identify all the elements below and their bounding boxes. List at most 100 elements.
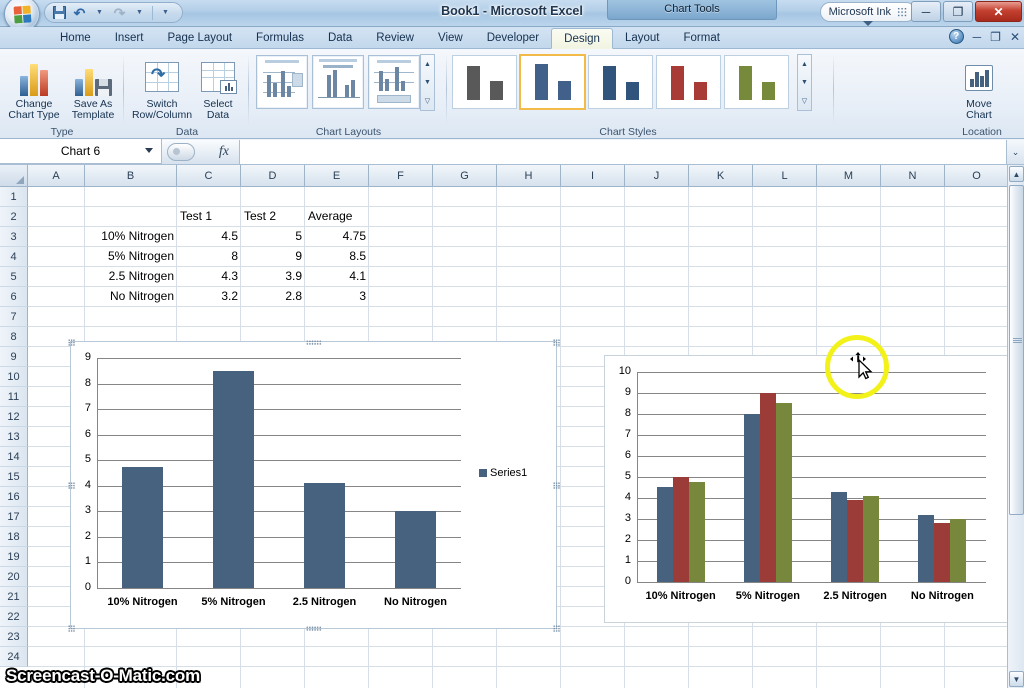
tab-developer[interactable]: Developer [475, 27, 551, 49]
cell-D5[interactable]: 3.9 [241, 267, 305, 286]
chart-layout-2[interactable] [312, 55, 364, 109]
tab-review[interactable]: Review [364, 27, 426, 49]
column-header-E[interactable]: E [305, 165, 369, 187]
row-header-9[interactable]: 9 [0, 347, 28, 367]
row-header-23[interactable]: 23 [0, 627, 28, 647]
minimize-ribbon-icon[interactable]: ─ [973, 30, 982, 44]
row-header-10[interactable]: 10 [0, 367, 28, 387]
chart-bar[interactable] [122, 467, 163, 588]
chart-bar[interactable] [918, 515, 934, 582]
chart-layout-3[interactable] [368, 55, 420, 109]
cell-C6[interactable]: 3.2 [177, 287, 241, 306]
row-header-3[interactable]: 3 [0, 227, 28, 247]
chart-resize-handle[interactable] [553, 482, 560, 489]
chart-style-2[interactable] [519, 54, 586, 110]
help-icon[interactable]: ? [948, 29, 964, 44]
chart-resize-handle[interactable] [305, 340, 322, 345]
chart-bar[interactable] [213, 371, 254, 588]
row-header-1[interactable]: 1 [0, 187, 28, 207]
row-header-20[interactable]: 20 [0, 567, 28, 587]
tab-home[interactable]: Home [48, 27, 103, 49]
row-header-21[interactable]: 21 [0, 587, 28, 607]
chart-object-chart-6[interactable]: 0 1 2 3 4 5 6 7 8 9 10% Nitrogen 5% Nitrogen 2.5 Nit… [68, 339, 560, 632]
tab-insert[interactable]: Insert [103, 27, 156, 49]
cell-C5[interactable]: 4.3 [177, 267, 241, 286]
column-header-G[interactable]: G [433, 165, 497, 187]
row-header-16[interactable]: 16 [0, 487, 28, 507]
cell-D3[interactable]: 5 [241, 227, 305, 246]
tab-format[interactable]: Format [671, 27, 731, 49]
name-box[interactable]: Chart 6 [0, 139, 162, 164]
column-header-J[interactable]: J [625, 165, 689, 187]
cell-C4[interactable]: 8 [177, 247, 241, 266]
column-header-A[interactable]: A [28, 165, 85, 187]
gallery-more-icon[interactable]: ▽ [421, 92, 434, 110]
chart-style-1[interactable] [452, 55, 517, 109]
row-header-24[interactable]: 24 [0, 647, 28, 667]
chart-bar[interactable] [847, 500, 863, 582]
chart-object-chart-7[interactable]: 0 1 2 3 4 5 6 7 8 9 10 10% Nitrogen 5% Nitrogen 2.5 N… [604, 355, 1009, 623]
row-header-11[interactable]: 11 [0, 387, 28, 407]
row-header-5[interactable]: 5 [0, 267, 28, 287]
formula-bar-toggle[interactable] [167, 143, 195, 161]
select-all-button[interactable] [0, 165, 28, 187]
gallery-more-icon[interactable]: ▽ [798, 92, 811, 110]
column-header-C[interactable]: C [177, 165, 241, 187]
row-header-14[interactable]: 14 [0, 447, 28, 467]
chart-layout-1[interactable] [256, 55, 308, 109]
column-header-I[interactable]: I [561, 165, 625, 187]
row-header-22[interactable]: 22 [0, 607, 28, 627]
chart-bar[interactable] [673, 477, 689, 582]
close-button[interactable]: ✕ [975, 1, 1022, 22]
switch-row-column-button[interactable]: ↷ Switch Row/Column [131, 54, 193, 121]
chart-bar[interactable] [776, 403, 792, 582]
chart-styles-scroll[interactable]: ▲ ▼ ▽ [797, 54, 812, 111]
chart-bar[interactable] [831, 492, 847, 582]
restore-button[interactable]: ❐ [943, 1, 973, 22]
cell-B5[interactable]: 2.5 Nitrogen [85, 267, 177, 286]
column-header-O[interactable]: O [945, 165, 1009, 187]
chart-style-5[interactable] [724, 55, 789, 109]
scroll-down-icon[interactable]: ▼ [1009, 671, 1024, 687]
row-header-12[interactable]: 12 [0, 407, 28, 427]
cell-E6[interactable]: 3 [305, 287, 369, 306]
column-header-B[interactable]: B [85, 165, 177, 187]
row-header-13[interactable]: 13 [0, 427, 28, 447]
chart-bar[interactable] [934, 523, 950, 582]
tab-page-layout[interactable]: Page Layout [155, 27, 244, 49]
tab-data[interactable]: Data [316, 27, 364, 49]
ink-grip-icon[interactable] [897, 7, 907, 17]
cell-E2[interactable]: Average [305, 207, 369, 226]
chart-bar[interactable] [863, 496, 879, 582]
cell-D2[interactable]: Test 2 [241, 207, 305, 226]
chart-bar[interactable] [395, 511, 436, 588]
expand-formula-bar-button[interactable]: ⌄ [1006, 140, 1024, 164]
column-header-D[interactable]: D [241, 165, 305, 187]
microsoft-ink-toolbar[interactable]: Microsoft Ink [819, 2, 916, 26]
minimize-button[interactable]: ─ [911, 1, 941, 22]
chart-bar[interactable] [657, 487, 673, 582]
close-window-icon[interactable]: ✕ [1010, 30, 1020, 44]
save-as-template-button[interactable]: Save As Template [62, 54, 124, 121]
chart-bar[interactable] [950, 519, 966, 582]
insert-function-icon[interactable]: fx [219, 144, 229, 160]
row-header-6[interactable]: 6 [0, 287, 28, 307]
select-data-button[interactable]: Select Data [187, 54, 249, 121]
cell-D4[interactable]: 9 [241, 247, 305, 266]
chart-resize-handle[interactable] [68, 482, 75, 489]
gallery-scroll-down-icon[interactable]: ▼ [798, 73, 811, 91]
gallery-scroll-up-icon[interactable]: ▲ [798, 55, 811, 73]
chart-bar[interactable] [689, 482, 705, 582]
column-header-H[interactable]: H [497, 165, 561, 187]
scroll-up-icon[interactable]: ▲ [1009, 166, 1024, 182]
chart-bar[interactable] [760, 393, 776, 582]
column-header-K[interactable]: K [689, 165, 753, 187]
tab-formulas[interactable]: Formulas [244, 27, 316, 49]
row-header-2[interactable]: 2 [0, 207, 28, 227]
column-header-M[interactable]: M [817, 165, 881, 187]
tab-design[interactable]: Design [551, 28, 613, 49]
cell-B6[interactable]: No Nitrogen [85, 287, 177, 306]
row-header-4[interactable]: 4 [0, 247, 28, 267]
row-header-7[interactable]: 7 [0, 307, 28, 327]
cell-C2[interactable]: Test 1 [177, 207, 241, 226]
